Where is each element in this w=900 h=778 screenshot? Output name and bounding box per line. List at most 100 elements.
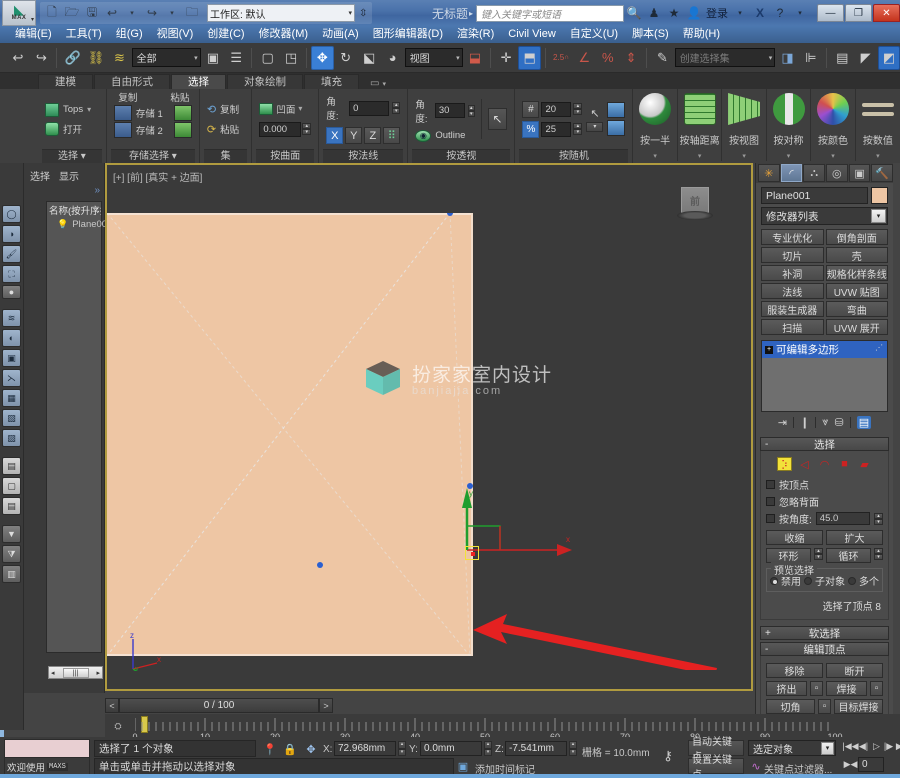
menu-item-graph-editors[interactable]: 图形编辑器(D) [366, 26, 450, 43]
set-key-button[interactable]: 设置关键点 [688, 755, 744, 778]
y-coordinate-field[interactable]: 0.0mm [420, 741, 482, 756]
redo-dropdown-icon[interactable]: ▾ [163, 4, 181, 22]
viewcube-compass-ring[interactable] [677, 211, 713, 220]
ribbon-button-by-view[interactable]: 按视图 ▾ [722, 89, 767, 161]
extrude-settings-button[interactable]: ▫ [810, 681, 823, 696]
undo-button[interactable]: ↩ [7, 46, 29, 70]
polygon-sublevel-icon[interactable]: ■ [837, 457, 852, 471]
select-hierarchy-icon[interactable]: ⛶ [2, 265, 21, 283]
ring-spinner[interactable]: ▴ ▾ [814, 548, 823, 563]
exchange-icon[interactable]: X [750, 3, 770, 23]
project-folder-icon[interactable]: 🗀 [183, 4, 201, 22]
redo-icon[interactable]: ↪ [143, 4, 161, 22]
layer-explorer-button[interactable]: ▤ [831, 46, 853, 70]
move-gizmo[interactable]: x y [462, 488, 572, 578]
help-caret-icon[interactable]: ▾ [790, 3, 810, 23]
list-view-icon[interactable]: ▤ [2, 457, 21, 475]
menu-item-customize[interactable]: 自定义(U) [563, 26, 625, 43]
explorer-menu-display[interactable]: 显示 [59, 168, 79, 183]
persp-angle-spinner[interactable]: ▴ ▾ [467, 104, 475, 117]
select-object-icon[interactable]: ◯ [2, 205, 21, 223]
spinner-snap-toggle-button[interactable]: ⇕ [620, 46, 642, 70]
rollout-header-selection[interactable]: - 选择 [760, 437, 889, 451]
target-weld-button[interactable]: 目标焊接 [834, 699, 883, 714]
menu-item-views[interactable]: 视图(V) [150, 26, 201, 43]
ribbon-panel-store-selection-title[interactable]: 存储选择 ▾ [110, 149, 195, 163]
ribbon-panel-by-normal-title[interactable]: 按法线 [323, 149, 404, 163]
object-name-field[interactable]: Plane001 [761, 187, 868, 204]
normal-angle-spinner[interactable]: ▴ ▾ [392, 102, 401, 114]
columns-icon[interactable]: ▥ [2, 565, 21, 583]
normal-axis-z-button[interactable]: Z [364, 127, 382, 144]
filter-config-icon[interactable]: ⧩ [2, 545, 21, 563]
viewcube-face-label[interactable]: 前 [681, 187, 709, 213]
weld-settings-button[interactable]: ▫ [870, 681, 883, 696]
key-filter-scope-combo[interactable]: 选定对象 ▾ [748, 740, 836, 756]
current-frame-field[interactable]: 0 [858, 757, 884, 772]
normal-axis-y-button[interactable]: Y [345, 127, 363, 144]
select-and-scale-button[interactable]: ⬕ [358, 46, 380, 70]
select-and-move-button[interactable]: ✥ [311, 45, 334, 70]
select-and-manipulate-button[interactable]: ✛ [495, 46, 517, 70]
curve-editor-button[interactable]: ◤ [854, 46, 876, 70]
workspace-selector[interactable]: 工作区: 默认 ▾ [207, 4, 355, 22]
random-cursor-icon[interactable]: ↖ [590, 107, 599, 120]
key-mode-toggle-icon[interactable]: ⚷ [660, 748, 676, 764]
modifier-stack-item[interactable]: + 可编辑多边形 [762, 341, 887, 358]
random-count-spinner[interactable]: ▴ ▾ [573, 103, 583, 115]
next-frame-button[interactable]: > [319, 698, 333, 713]
select-by-name-icon[interactable]: ◑ [2, 225, 21, 243]
edge-sublevel-icon[interactable]: ◁ [797, 457, 812, 471]
maximize-button[interactable]: ❐ [845, 4, 872, 22]
tab-create[interactable]: ✳ [758, 164, 780, 182]
select-object-button[interactable]: ▣ [202, 46, 224, 70]
persp-angle-field[interactable]: 30 [434, 103, 465, 118]
isolate-icon[interactable]: ◐ [2, 329, 21, 347]
rollout-header-soft-selection[interactable]: + 软选择 [760, 626, 889, 640]
current-frame-display[interactable]: 0 / 100 [119, 698, 319, 713]
save-file-icon[interactable]: 🖫 [83, 4, 101, 22]
paste-store2-icon[interactable] [173, 122, 192, 138]
select-and-place-button[interactable]: ◕ [381, 46, 403, 70]
explorer-horizontal-scrollbar[interactable]: ◂ ||| ▸ [48, 666, 103, 679]
ribbon-tab-extra[interactable]: ▭ ▾ [360, 78, 386, 89]
menu-item-civil-view[interactable]: Civil View [501, 26, 562, 43]
modifier-list-combo[interactable]: 修改器列表 ▾ [761, 207, 888, 225]
material-editor-button[interactable]: ◩ [877, 45, 900, 70]
modifier-button-unwrap-uvw[interactable]: UVW 展开 [825, 319, 888, 335]
selection-lock-icon[interactable]: 🔒 [282, 741, 298, 757]
radio-subobject[interactable] [804, 576, 812, 585]
community-icon[interactable]: ♟ [644, 3, 664, 23]
ribbon-button-by-axis-distance[interactable]: 按轴距离 ▾ [678, 89, 723, 161]
search-icon[interactable]: 🔍 [624, 3, 644, 23]
tab-hierarchy[interactable]: ⛬ [803, 164, 826, 182]
select-by-name-button[interactable]: ☰ [225, 46, 247, 70]
edit-named-selection-sets-button[interactable]: ✎ [651, 46, 673, 70]
copy-store1-icon[interactable] [113, 105, 132, 121]
key-filters-icon[interactable]: ∿ [748, 758, 764, 774]
shrink-button[interactable]: 收缩 [766, 530, 823, 545]
light-bulb-icon[interactable]: 💡 [57, 219, 68, 230]
undo-dropdown-icon[interactable]: ▾ [123, 4, 141, 22]
border-sublevel-icon[interactable]: ◠ [817, 457, 832, 471]
modifier-button-prooptimizer[interactable]: 专业优化 [761, 229, 824, 245]
menu-item-animation[interactable]: 动画(A) [315, 26, 366, 43]
mirror-button[interactable]: ◨ [776, 46, 798, 70]
welcome-panel[interactable]: 欢迎使用 MAXS [4, 739, 90, 775]
checkbox-row-by-vertex[interactable]: 按顶点 [766, 476, 883, 493]
rollout-collapse-icon-2[interactable]: - [765, 644, 768, 655]
random-deselect-icon[interactable] [607, 120, 626, 136]
app-logo-button[interactable]: ◣ MAX ▾ [2, 0, 36, 26]
modifier-button-shell[interactable]: 壳 [825, 247, 888, 263]
select-and-link-button[interactable]: 🔗 [61, 46, 83, 70]
chevron-down-icon[interactable]: ▾ [698, 153, 702, 161]
loop-button[interactable]: 循环 [826, 548, 871, 563]
display-icon[interactable]: ▨ [2, 429, 21, 447]
tab-modify[interactable]: ◜ [780, 164, 803, 182]
element-sublevel-icon[interactable]: ▰ [857, 457, 872, 471]
checkbox-row-by-angle[interactable]: 按角度: 45.0 ▴ ▾ [766, 510, 883, 527]
menu-item-help[interactable]: 帮助(H) [676, 26, 727, 43]
selection-filter-combo[interactable]: 全部 ▾ [131, 48, 201, 67]
viewcube[interactable]: 前 [677, 187, 713, 223]
angle-snap-toggle-button[interactable]: ∠ [573, 46, 595, 70]
